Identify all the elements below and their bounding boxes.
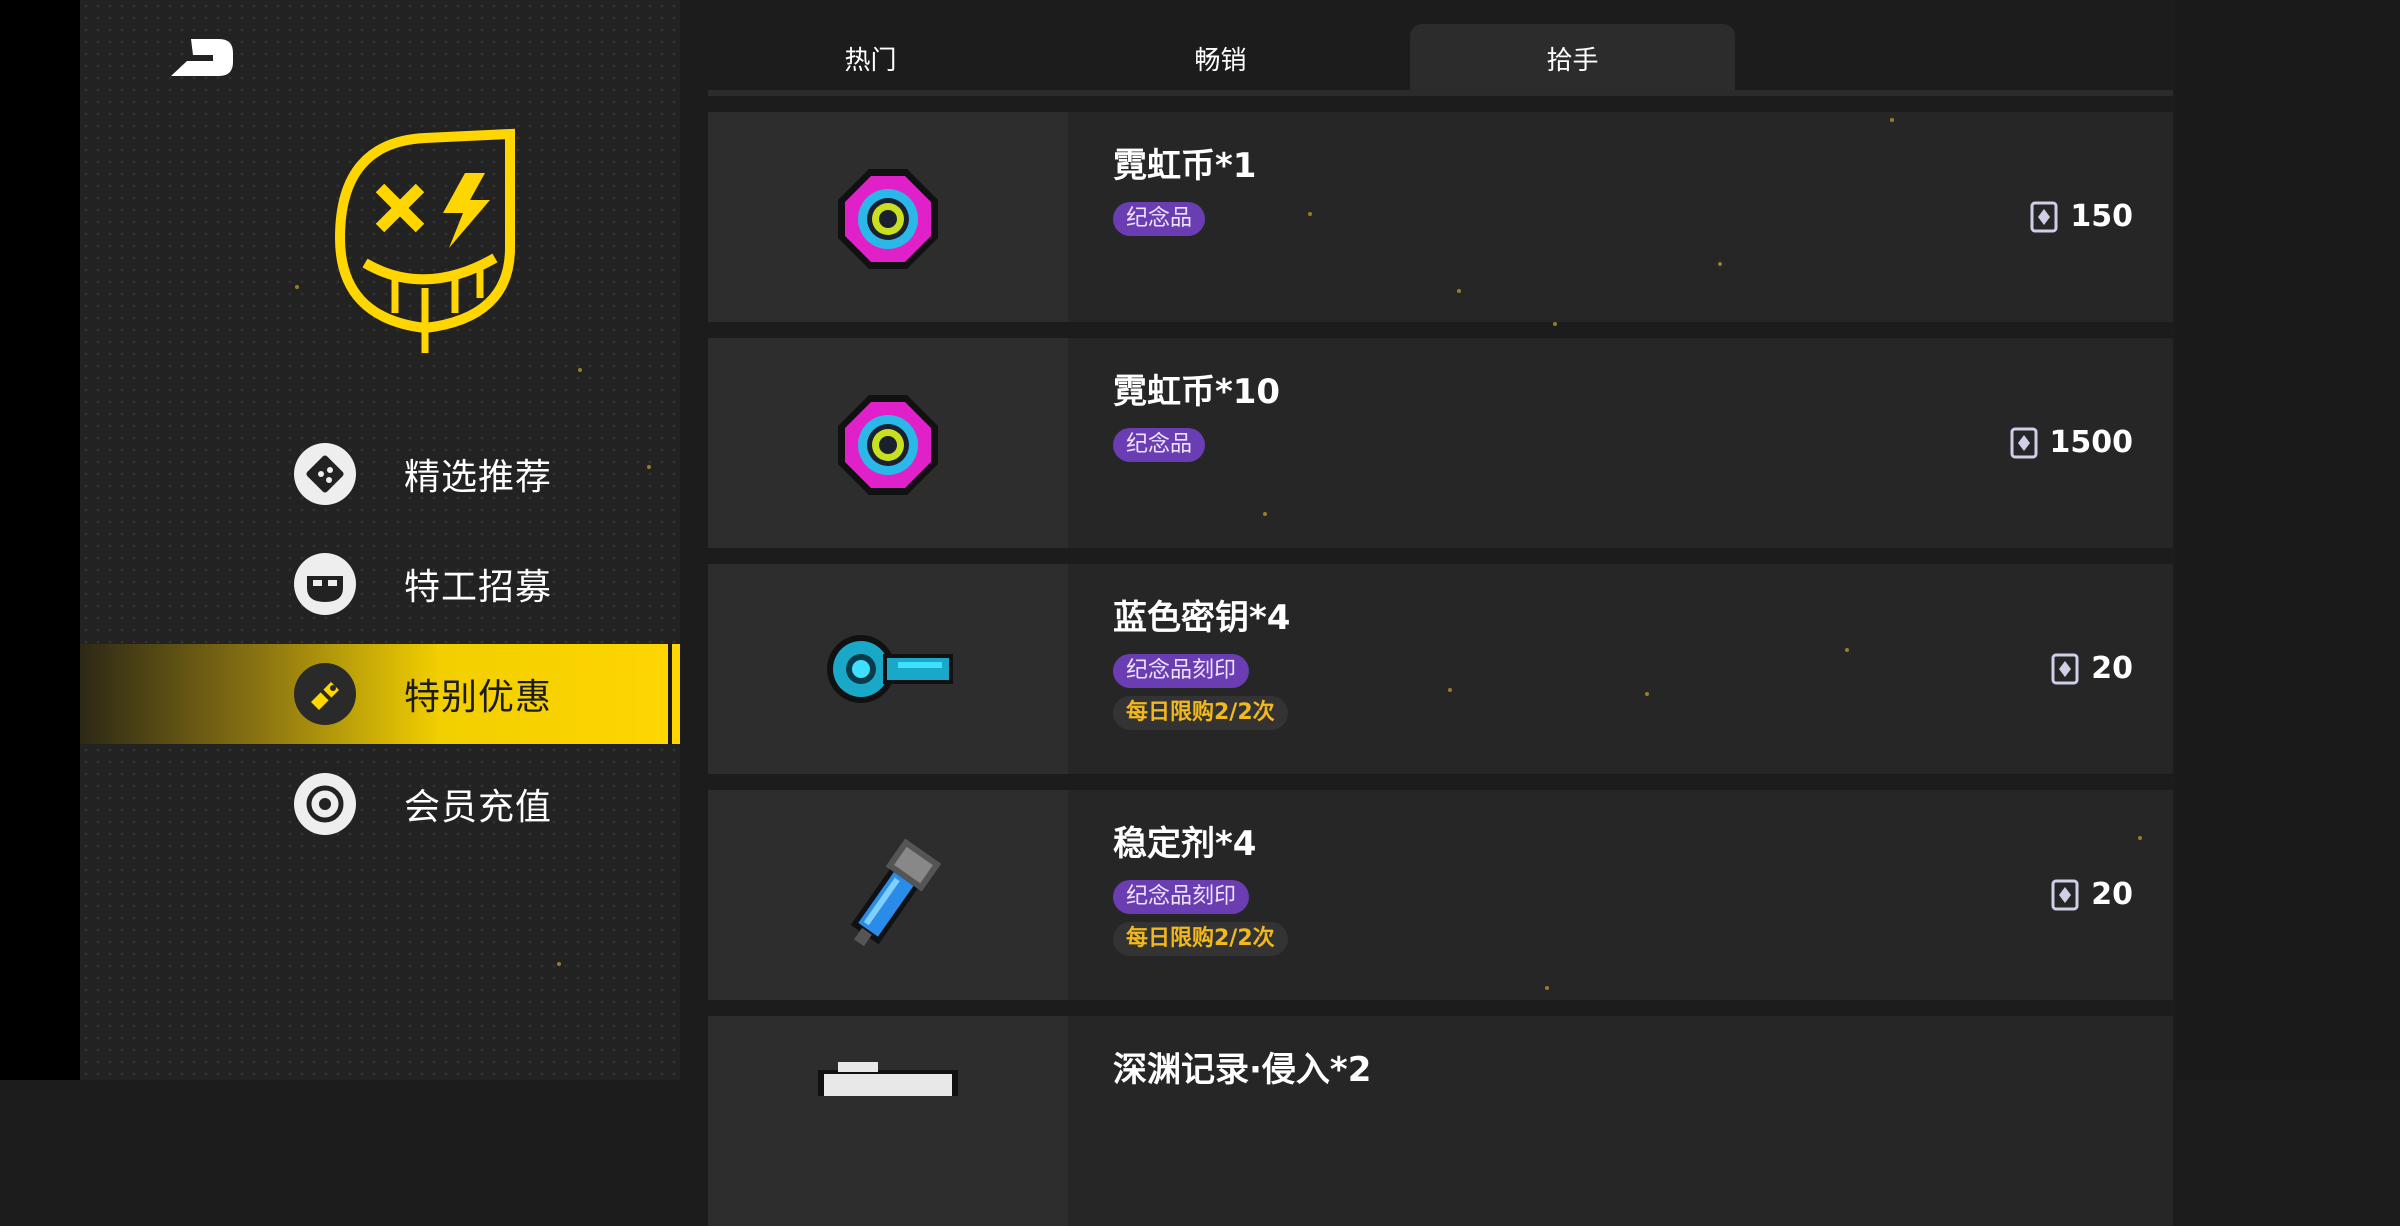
purchase-limit-badge: 每日限购2/2次 <box>1113 922 1288 956</box>
item-name: 蓝色密钥*4 <box>1113 598 1291 638</box>
sidebar-item-featured[interactable]: 精选推荐 <box>80 424 680 524</box>
smiley-logo-icon <box>334 128 515 353</box>
particle <box>557 962 561 966</box>
abyss-record-icon <box>818 1062 958 1096</box>
sidebar: 精选推荐 特工招募 特别优惠 会员充值 <box>80 0 680 1080</box>
sidebar-item-special-offer[interactable]: 特别优惠 <box>80 644 680 744</box>
item-name: 霓虹币*10 <box>1113 372 1281 412</box>
particle <box>578 368 582 372</box>
price-value: 1500 <box>2049 425 2134 460</box>
target-icon <box>294 773 356 835</box>
tag-icon <box>294 663 356 725</box>
list-item[interactable]: 稳定剂*4 纪念品刻印 每日限购2/2次 20 <box>708 790 2173 1000</box>
active-indicator <box>668 644 680 744</box>
particle <box>1448 688 1452 692</box>
right-edge <box>2175 0 2400 1080</box>
ticket-currency-icon <box>2030 201 2058 232</box>
sidebar-item-label: 特别优惠 <box>404 677 553 718</box>
tab-divider <box>708 90 2173 96</box>
sidebar-item-membership-recharge[interactable]: 会员充值 <box>80 754 680 854</box>
blue-key-icon <box>827 635 953 703</box>
back-icon[interactable] <box>165 35 237 80</box>
item-name: 深渊记录·侵入*2 <box>1113 1050 1372 1090</box>
dice-icon <box>294 443 356 505</box>
list-item[interactable]: 深渊记录·侵入*2 <box>708 1016 2173 1226</box>
agent-mask-icon <box>294 553 356 615</box>
particle <box>1545 986 1549 990</box>
price-value: 20 <box>2091 877 2133 912</box>
neon-coin-icon <box>838 395 938 495</box>
item-tag: 纪念品刻印 <box>1113 880 1250 914</box>
particle <box>1553 322 1557 326</box>
price-button[interactable]: 20 <box>2051 877 2133 912</box>
item-thumbnail <box>708 338 1068 548</box>
left-edge <box>0 0 80 1080</box>
price-value: 150 <box>2070 199 2133 234</box>
item-thumbnail <box>708 790 1068 1000</box>
tab-bar: 热门 畅销 拾手 <box>708 0 2173 96</box>
particle <box>1890 118 1894 122</box>
ticket-currency-icon <box>2051 879 2079 910</box>
tab-label: 拾手 <box>1546 45 1599 76</box>
list-item[interactable]: 霓虹币*10 纪念品 1500 <box>708 338 2173 548</box>
item-tag: 纪念品 <box>1113 202 1206 236</box>
item-tag: 纪念品 <box>1113 428 1206 462</box>
item-thumbnail <box>708 564 1068 774</box>
item-name: 霓虹币*1 <box>1113 146 1257 186</box>
tab-bestselling[interactable]: 畅销 <box>1058 24 1383 92</box>
ticket-currency-icon <box>2010 427 2037 458</box>
particle <box>1645 692 1649 696</box>
item-name: 稳定剂*4 <box>1113 824 1257 864</box>
particle <box>647 465 651 469</box>
purchase-limit-badge: 每日限购2/2次 <box>1113 696 1288 730</box>
particle <box>2138 836 2142 840</box>
tab-label: 热门 <box>844 45 897 76</box>
price-button[interactable]: 150 <box>2030 199 2133 234</box>
item-thumbnail <box>708 1016 1068 1226</box>
particle <box>1308 212 1312 216</box>
sidebar-item-label: 特工招募 <box>404 567 553 608</box>
sidebar-item-agent-recruit[interactable]: 特工招募 <box>80 534 680 634</box>
price-button[interactable]: 1500 <box>2010 425 2134 460</box>
particle <box>1718 262 1722 266</box>
ticket-currency-icon <box>2051 653 2079 684</box>
item-thumbnail <box>708 112 1068 322</box>
item-tag: 纪念品刻印 <box>1113 654 1250 688</box>
particle <box>295 285 299 289</box>
list-item[interactable]: 蓝色密钥*4 纪念品刻印 每日限购2/2次 20 <box>708 564 2173 774</box>
sidebar-item-label: 会员充值 <box>404 787 553 828</box>
price-value: 20 <box>2091 651 2133 686</box>
price-button[interactable]: 20 <box>2051 651 2133 686</box>
neon-coin-icon <box>838 169 938 269</box>
particle <box>1845 648 1849 652</box>
tab-label: 畅销 <box>1194 45 1247 76</box>
tab-hot[interactable]: 热门 <box>708 24 1033 92</box>
tab-active[interactable]: 拾手 <box>1410 24 1735 92</box>
sidebar-item-label: 精选推荐 <box>404 457 553 498</box>
particle <box>1263 512 1267 516</box>
stabilizer-icon <box>850 838 942 947</box>
particle <box>1457 289 1461 293</box>
list-item[interactable]: 霓虹币*1 纪念品 150 <box>708 112 2173 322</box>
